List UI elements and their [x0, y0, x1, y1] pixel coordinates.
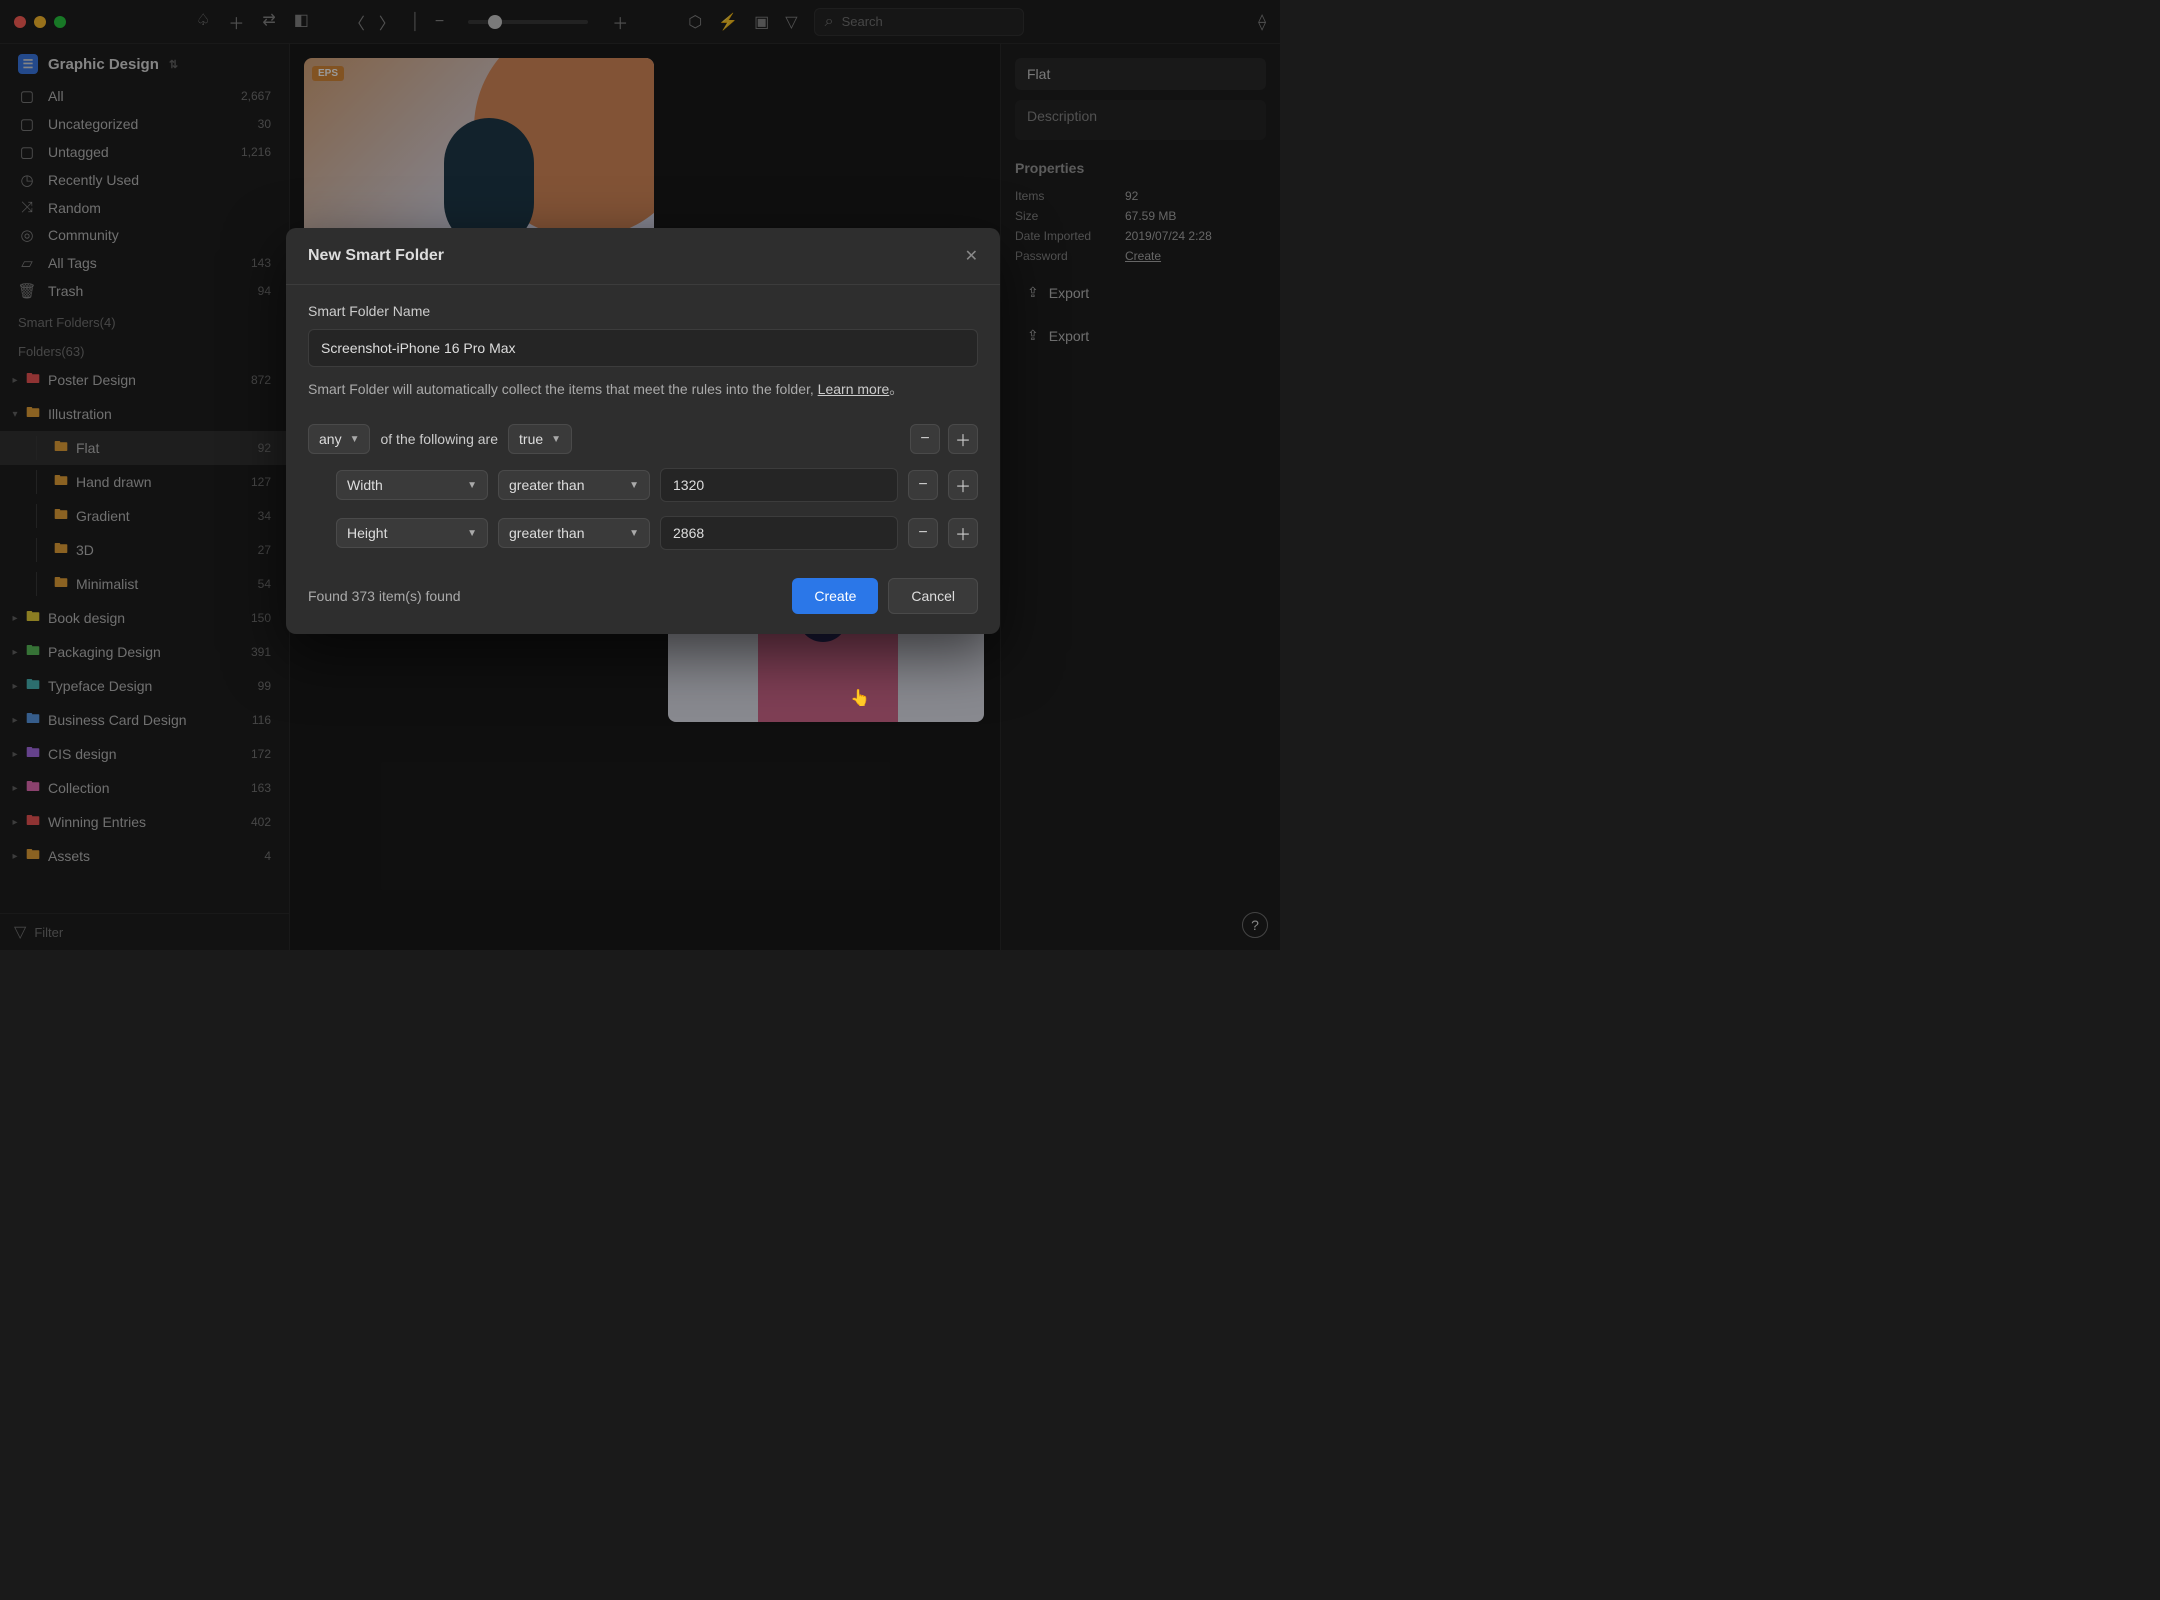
new-smart-folder-modal: New Smart Folder ✕ Smart Folder Name Sma…	[286, 228, 1000, 634]
modal-title: New Smart Folder	[308, 247, 444, 265]
rule-operator-select[interactable]: greater than▼	[498, 470, 650, 500]
rule-value-input[interactable]	[660, 516, 898, 550]
match-bool-select[interactable]: true▼	[508, 424, 572, 454]
rule-field-select[interactable]: Height▼	[336, 518, 488, 548]
chevron-down-icon: ▼	[350, 434, 360, 445]
learn-more-link[interactable]: Learn more	[818, 381, 890, 397]
remove-rule-group-button[interactable]: −	[910, 424, 940, 454]
modal-header: New Smart Folder ✕	[286, 228, 1000, 285]
add-rule-button[interactable]: ＋	[948, 518, 978, 548]
help-button[interactable]: ?	[1242, 912, 1268, 938]
remove-rule-button[interactable]: −	[908, 470, 938, 500]
rule-operator-select[interactable]: greater than▼	[498, 518, 650, 548]
close-icon[interactable]: ✕	[965, 246, 978, 266]
remove-rule-button[interactable]: −	[908, 518, 938, 548]
add-rule-button[interactable]: ＋	[948, 470, 978, 500]
rule-of-text: of the following are	[380, 431, 498, 447]
add-rule-group-button[interactable]: ＋	[948, 424, 978, 454]
chevron-down-icon: ▼	[467, 480, 477, 491]
match-mode-select[interactable]: any▼	[308, 424, 370, 454]
modal-footer: Found 373 item(s) found Create Cancel	[286, 560, 1000, 634]
chevron-down-icon: ▼	[629, 528, 639, 539]
found-count: Found 373 item(s) found	[308, 588, 461, 604]
chevron-down-icon: ▼	[467, 528, 477, 539]
create-button[interactable]: Create	[792, 578, 878, 614]
smart-folder-name-input[interactable]	[308, 329, 978, 367]
rule-field-select[interactable]: Width▼	[336, 470, 488, 500]
rule-value-input[interactable]	[660, 468, 898, 502]
chevron-down-icon: ▼	[629, 480, 639, 491]
rule-row: Height▼ greater than▼ − ＋	[308, 516, 978, 550]
name-label: Smart Folder Name	[308, 303, 978, 319]
rule-row: Width▼ greater than▼ − ＋	[308, 468, 978, 502]
rule-header: any▼ of the following are true▼ − ＋	[308, 424, 978, 454]
modal-help-text: Smart Folder will automatically collect …	[308, 379, 978, 400]
cancel-button[interactable]: Cancel	[888, 578, 978, 614]
chevron-down-icon: ▼	[551, 434, 561, 445]
